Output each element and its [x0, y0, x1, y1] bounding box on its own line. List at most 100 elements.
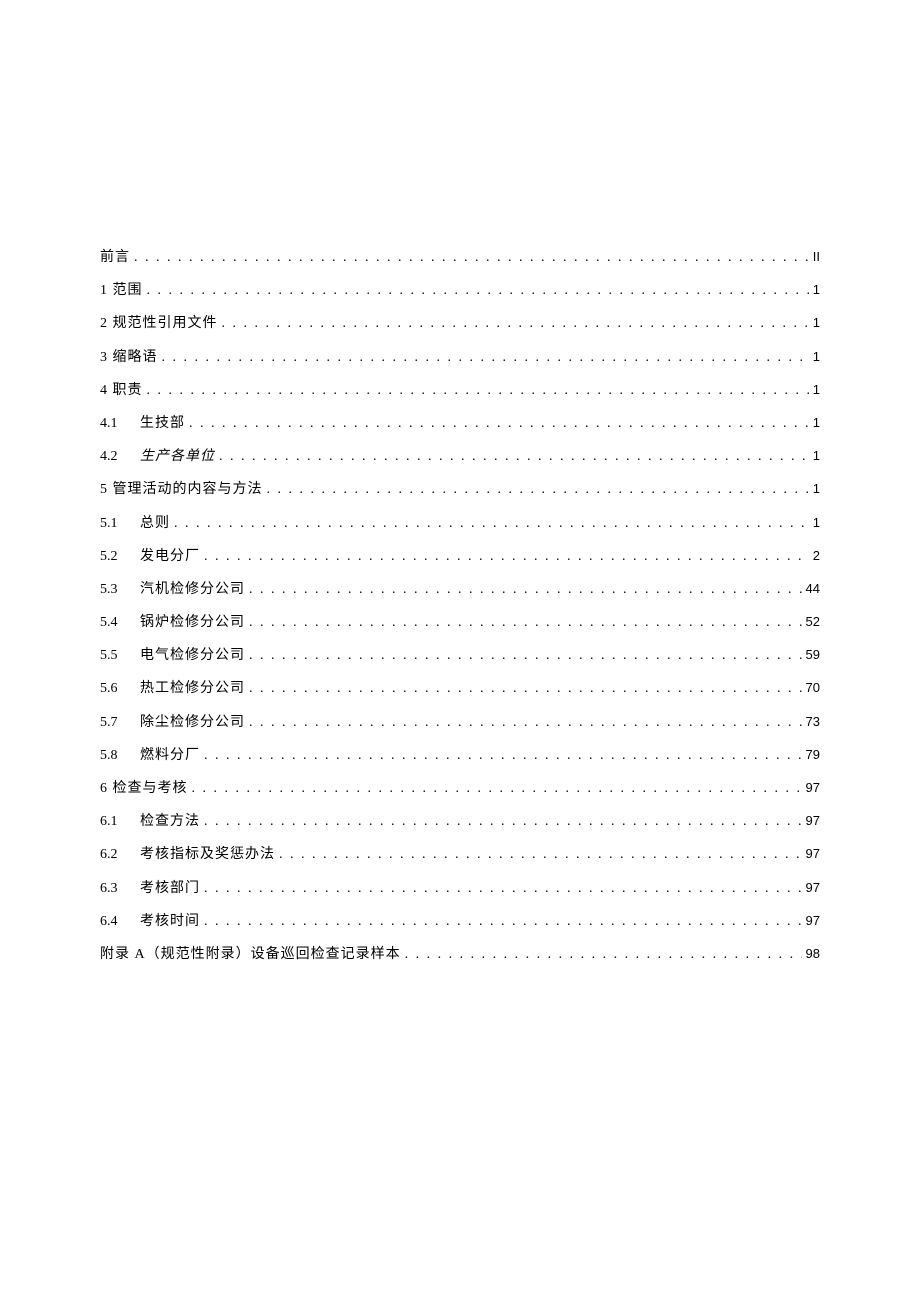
toc-number: 5.5: [100, 643, 126, 668]
toc-dots: . . . . . . . . . . . . . . . . . . . . …: [219, 444, 809, 469]
toc-label: 总则: [140, 511, 170, 536]
toc-entry: 前言 . . . . . . . . . . . . . . . . . . .…: [100, 245, 820, 270]
toc-page: 1: [813, 411, 820, 434]
toc-dots: . . . . . . . . . . . . . . . . . . . . …: [204, 809, 802, 834]
toc-page: 97: [806, 776, 820, 799]
toc-dots: . . . . . . . . . . . . . . . . . . . . …: [204, 544, 809, 569]
toc-label: 锅炉检修分公司: [140, 610, 245, 635]
table-of-contents: 前言 . . . . . . . . . . . . . . . . . . .…: [100, 245, 820, 967]
toc-page: 1: [813, 511, 820, 534]
toc-label: 考核时间: [140, 909, 200, 934]
toc-dots: . . . . . . . . . . . . . . . . . . . . …: [249, 577, 802, 602]
toc-label: 发电分厂: [140, 544, 200, 569]
toc-page: 1: [813, 311, 820, 334]
toc-entry: 5.3 汽机检修分公司 . . . . . . . . . . . . . . …: [100, 577, 820, 602]
toc-number: 5.3: [100, 577, 126, 602]
toc-dots: . . . . . . . . . . . . . . . . . . . . …: [405, 942, 802, 967]
toc-page: 97: [806, 876, 820, 899]
toc-entry: 6.1 检查方法 . . . . . . . . . . . . . . . .…: [100, 809, 820, 834]
toc-entry: 6.2 考核指标及奖惩办法 . . . . . . . . . . . . . …: [100, 842, 820, 867]
toc-number: 5.1: [100, 511, 126, 536]
toc-entry: 4.2 生产各单位 . . . . . . . . . . . . . . . …: [100, 444, 820, 469]
toc-number: 5.4: [100, 610, 126, 635]
toc-page: 59: [806, 643, 820, 666]
toc-number: 6.3: [100, 876, 126, 901]
toc-entry: 5.2 发电分厂 . . . . . . . . . . . . . . . .…: [100, 544, 820, 569]
toc-dots: . . . . . . . . . . . . . . . . . . . . …: [204, 909, 802, 934]
toc-number: 5.7: [100, 710, 126, 735]
toc-entry: 4 职责 . . . . . . . . . . . . . . . . . .…: [100, 378, 820, 403]
toc-label: 检查方法: [140, 809, 200, 834]
toc-page: II: [813, 245, 820, 268]
toc-page: 73: [806, 710, 820, 733]
toc-page: 97: [806, 909, 820, 932]
toc-dots: . . . . . . . . . . . . . . . . . . . . …: [267, 477, 809, 502]
toc-number: 6.1: [100, 809, 126, 834]
toc-entry: 附录 A（规范性附录）设备巡回检查记录样本 . . . . . . . . . …: [100, 942, 820, 967]
toc-page: 97: [806, 842, 820, 865]
toc-dots: . . . . . . . . . . . . . . . . . . . . …: [249, 676, 802, 701]
toc-page: 1: [813, 345, 820, 368]
toc-dots: . . . . . . . . . . . . . . . . . . . . …: [147, 378, 809, 403]
toc-entry: 5.6 热工检修分公司 . . . . . . . . . . . . . . …: [100, 676, 820, 701]
toc-dots: . . . . . . . . . . . . . . . . . . . . …: [249, 610, 802, 635]
toc-dots: . . . . . . . . . . . . . . . . . . . . …: [249, 710, 802, 735]
toc-page: 1: [813, 477, 820, 500]
toc-page: 79: [806, 743, 820, 766]
toc-entry: 5.8 燃料分厂 . . . . . . . . . . . . . . . .…: [100, 743, 820, 768]
toc-dots: . . . . . . . . . . . . . . . . . . . . …: [222, 311, 809, 336]
toc-entry: 5 管理活动的内容与方法 . . . . . . . . . . . . . .…: [100, 477, 820, 502]
toc-page: 98: [806, 942, 820, 965]
toc-label: 燃料分厂: [140, 743, 200, 768]
toc-label: 2 规范性引用文件: [100, 311, 218, 336]
toc-dots: . . . . . . . . . . . . . . . . . . . . …: [249, 643, 802, 668]
toc-label: 汽机检修分公司: [140, 577, 245, 602]
toc-number: 5.6: [100, 676, 126, 701]
toc-label: 5 管理活动的内容与方法: [100, 477, 263, 502]
toc-entry: 4.1 生技部 . . . . . . . . . . . . . . . . …: [100, 411, 820, 436]
toc-label: 附录 A（规范性附录）设备巡回检查记录样本: [100, 942, 401, 967]
toc-entry: 6.3 考核部门 . . . . . . . . . . . . . . . .…: [100, 876, 820, 901]
toc-number: 4.1: [100, 411, 126, 436]
toc-page: 44: [806, 577, 820, 600]
toc-label: 热工检修分公司: [140, 676, 245, 701]
toc-label: 前言: [100, 245, 130, 270]
toc-entry: 1 范围 . . . . . . . . . . . . . . . . . .…: [100, 278, 820, 303]
toc-dots: . . . . . . . . . . . . . . . . . . . . …: [162, 345, 809, 370]
toc-dots: . . . . . . . . . . . . . . . . . . . . …: [192, 776, 802, 801]
toc-entry: 6 检查与考核 . . . . . . . . . . . . . . . . …: [100, 776, 820, 801]
toc-label: 4 职责: [100, 378, 143, 403]
toc-number: 5.8: [100, 743, 126, 768]
toc-number: 5.2: [100, 544, 126, 569]
toc-label: 3 缩略语: [100, 345, 158, 370]
toc-dots: . . . . . . . . . . . . . . . . . . . . …: [279, 842, 802, 867]
toc-label: 6 检查与考核: [100, 776, 188, 801]
toc-page: 52: [806, 610, 820, 633]
toc-label: 考核指标及奖惩办法: [140, 842, 275, 867]
toc-page: 70: [806, 676, 820, 699]
toc-dots: . . . . . . . . . . . . . . . . . . . . …: [147, 278, 809, 303]
toc-number: 6.2: [100, 842, 126, 867]
toc-label: 生产各单位: [140, 444, 215, 469]
toc-entry: 5.4 锅炉检修分公司 . . . . . . . . . . . . . . …: [100, 610, 820, 635]
toc-dots: . . . . . . . . . . . . . . . . . . . . …: [174, 511, 809, 536]
toc-dots: . . . . . . . . . . . . . . . . . . . . …: [189, 411, 809, 436]
toc-number: 4.2: [100, 444, 126, 469]
toc-page: 2: [813, 544, 820, 567]
toc-entry: 2 规范性引用文件 . . . . . . . . . . . . . . . …: [100, 311, 820, 336]
toc-page: 97: [806, 809, 820, 832]
toc-page: 1: [813, 378, 820, 401]
toc-entry: 3 缩略语 . . . . . . . . . . . . . . . . . …: [100, 345, 820, 370]
toc-dots: . . . . . . . . . . . . . . . . . . . . …: [204, 743, 802, 768]
toc-entry: 5.5 电气检修分公司 . . . . . . . . . . . . . . …: [100, 643, 820, 668]
toc-number: 6.4: [100, 909, 126, 934]
toc-entry: 6.4 考核时间 . . . . . . . . . . . . . . . .…: [100, 909, 820, 934]
toc-entry: 5.1 总则 . . . . . . . . . . . . . . . . .…: [100, 511, 820, 536]
toc-page: 1: [813, 444, 820, 467]
toc-label: 除尘检修分公司: [140, 710, 245, 735]
toc-dots: . . . . . . . . . . . . . . . . . . . . …: [134, 245, 809, 270]
toc-label: 生技部: [140, 411, 185, 436]
toc-label: 1 范围: [100, 278, 143, 303]
toc-label: 考核部门: [140, 876, 200, 901]
toc-label: 电气检修分公司: [140, 643, 245, 668]
